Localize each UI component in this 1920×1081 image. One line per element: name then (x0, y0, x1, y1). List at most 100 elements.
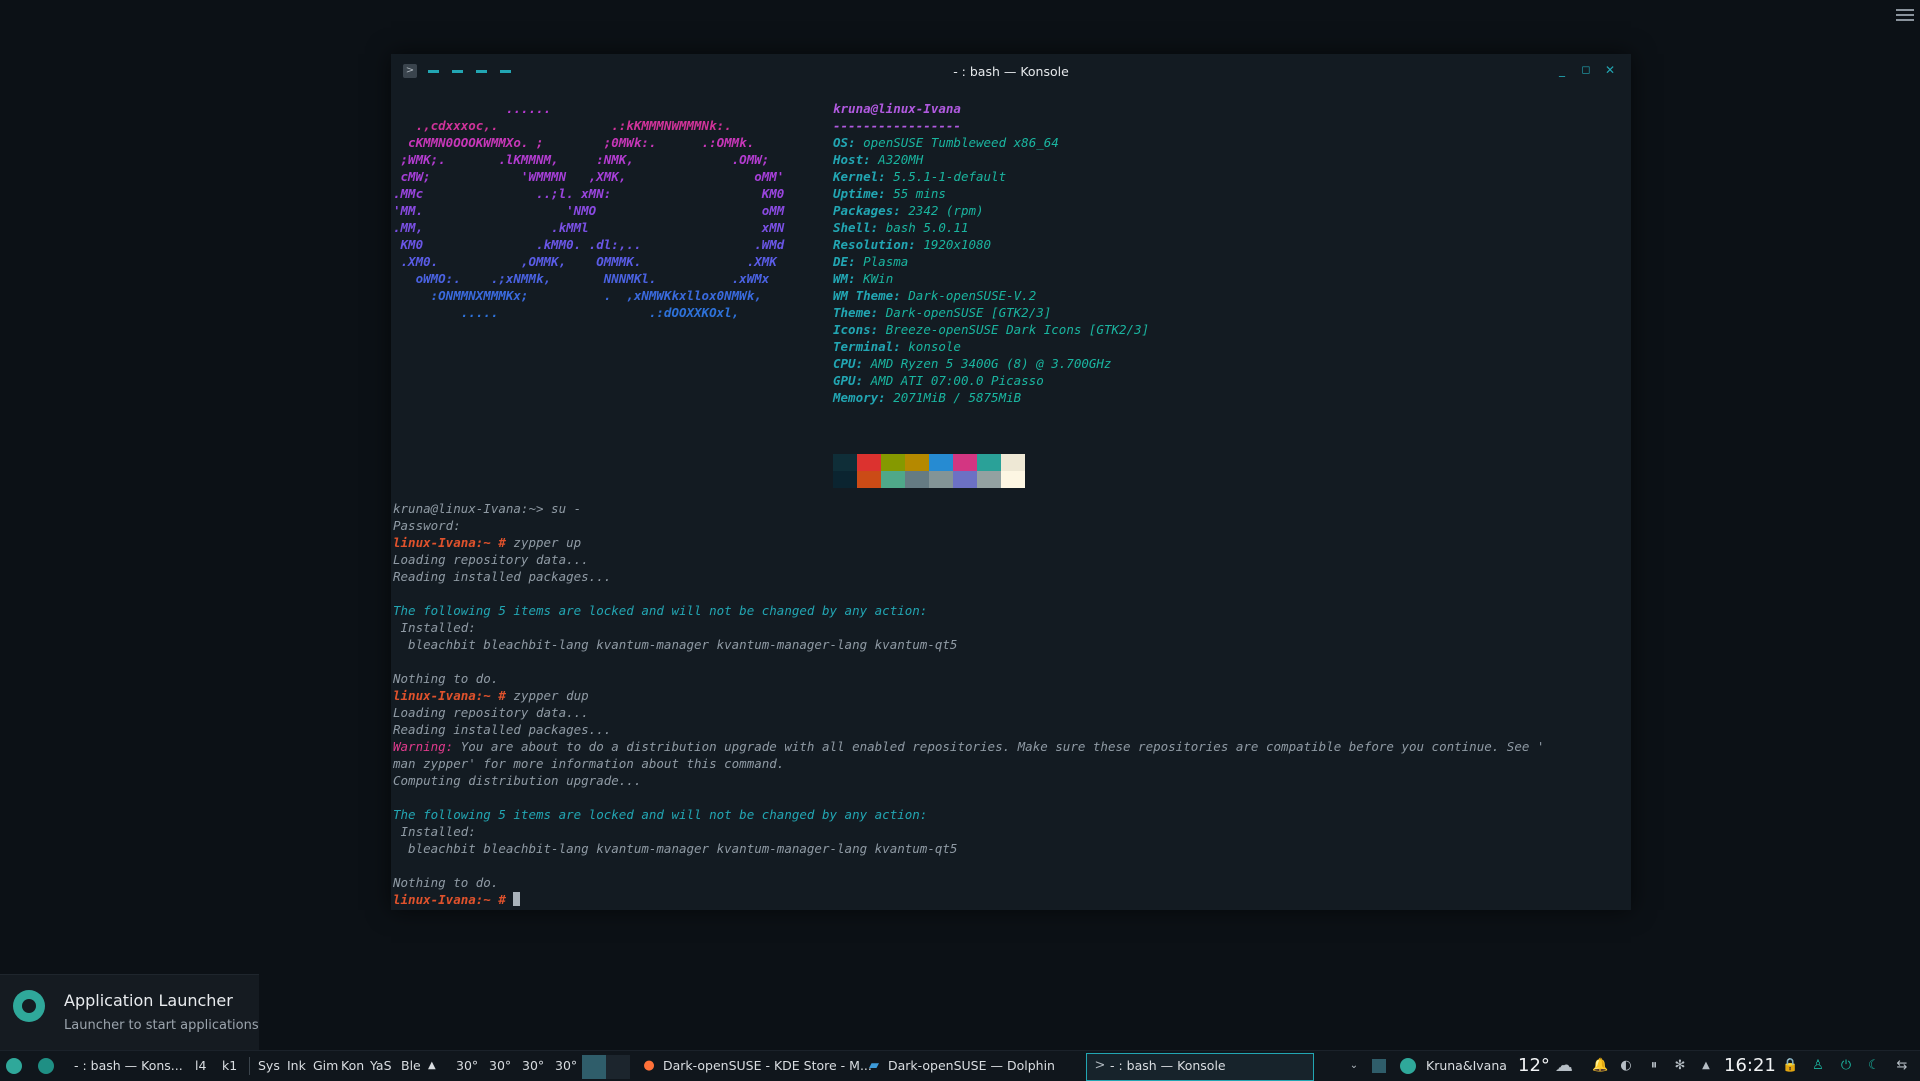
neofetch-field-key: Packages (833, 203, 894, 218)
palette-swatch (905, 454, 929, 471)
terminal-line-text: Password: (393, 518, 461, 533)
terminal-line-text: Loading repository data... (393, 552, 589, 567)
neofetch-field-key: Kernel (833, 169, 879, 184)
audio-icon[interactable]: ◐ (1618, 1058, 1634, 1074)
weather-cloud-icon[interactable]: ☁ (1552, 1057, 1576, 1075)
neofetch-logo-line: cKMMN0OOOKWMMXo. ; ;0MWk:. .:OMMk. (393, 135, 755, 150)
terminal-line: Nothing to do. (393, 670, 498, 687)
neofetch-field-colon: : (908, 237, 924, 252)
terminal-line-text: man zypper' for more information about t… (393, 756, 785, 771)
neofetch-field-colon: : (848, 271, 864, 286)
neofetch-field-value: konsole (908, 339, 961, 354)
desktop-pager-1[interactable] (582, 1055, 606, 1079)
terminal-line: Loading repository data... (393, 704, 589, 721)
terminal-line: Computing distribution upgrade... (393, 772, 641, 789)
terminal-line-text (506, 892, 514, 907)
neofetch-logo-line: ..... .:dOOXXKOxl, (393, 305, 740, 320)
neofetch-field-key: Terminal (833, 339, 894, 354)
neofetch-field: Resolution: 1920x1080 (833, 236, 991, 253)
neofetch-field-colon: : (863, 152, 879, 167)
terminal-line: linux-Ivana:~ # (393, 891, 521, 908)
quicklaunch-sys[interactable]: Sys (258, 1051, 280, 1081)
quicklaunch-ble[interactable]: Ble (401, 1051, 421, 1081)
palette-swatch (833, 454, 857, 471)
terminal-line-text: The following 5 items are locked and wil… (393, 807, 928, 822)
network-icon[interactable]: ⌄ (1346, 1058, 1362, 1074)
neofetch-field: WM Theme: Dark-openSUSE-V.2 (833, 287, 1036, 304)
neofetch-field-key: Host (833, 152, 864, 167)
neofetch-field-key: WM (833, 271, 849, 286)
neofetch-logo-line: :ONMMNXMMMKx; . ,xNMWKkxllox0NMWk, (393, 288, 762, 303)
power-icon[interactable]: ⏻ (1838, 1058, 1854, 1074)
neofetch-field-colon: : (878, 186, 894, 201)
neofetch-field: Theme: Dark-openSUSE [GTK2/3] (833, 304, 1051, 321)
neofetch-field: Kernel: 5.5.1-1-default (833, 168, 1006, 185)
task-kde-store[interactable]: Dark-openSUSE - KDE Store - M... (663, 1051, 872, 1081)
taskbar: - : bash — Kons... l4 k1 Sys Ink Gim Kon… (0, 1050, 1920, 1081)
expand-arrow-icon[interactable]: ▲ (428, 1051, 436, 1081)
firefox-icon: ● (643, 1058, 655, 1073)
neofetch-field-key: Memory (833, 390, 879, 405)
application-launcher-icon[interactable] (6, 1058, 22, 1074)
maximize-icon[interactable]: ◻ (1579, 63, 1593, 77)
quicklaunch-yast[interactable]: YaS (370, 1051, 392, 1081)
neofetch-field-colon: : (893, 288, 909, 303)
activity-icon[interactable] (38, 1058, 54, 1074)
terminal-line: kruna@linux-Ivana:~> su - (393, 500, 581, 517)
window-titlebar[interactable]: > - : bash — Konsole _ ◻ ✕ (391, 54, 1631, 88)
quicklaunch-l4[interactable]: l4 (195, 1051, 206, 1081)
lock-icon[interactable]: 🔒 (1782, 1058, 1798, 1074)
terminal-line: Installed: (393, 823, 476, 840)
hamburger-menu-icon[interactable] (1896, 6, 1914, 22)
neofetch-field-value: KWin (863, 271, 894, 286)
neofetch-field-value: 1920x1080 (923, 237, 992, 252)
tray-expand-icon[interactable]: ▲ (1698, 1058, 1714, 1074)
neofetch-field-colon: : (870, 220, 886, 235)
notifications-bell-icon[interactable]: 🔔 (1592, 1058, 1608, 1074)
sensor-temp-4: 30° (555, 1058, 578, 1073)
user-switch-icon[interactable]: ♙ (1810, 1058, 1826, 1074)
weather-temperature[interactable]: 12° (1518, 1051, 1550, 1081)
neofetch-logo-line: .MMc ..;l. xMN: KM0 (393, 186, 785, 201)
application-launcher-tooltip: Application Launcher Launcher to start a… (0, 974, 259, 1051)
user-name[interactable]: Kruna&Ivana (1426, 1051, 1507, 1081)
neofetch-logo-line: cMW; 'WMMMN ,XMK, oMM' (393, 169, 785, 184)
warning-label: Warning: (393, 739, 454, 754)
konsole-task-icon: > (1094, 1058, 1106, 1073)
terminal-line-text: zypper dup (505, 688, 589, 703)
terminal-line-text: Installed: (393, 824, 476, 839)
quicklaunch-ink[interactable]: Ink (287, 1051, 306, 1081)
clock[interactable]: 16:21 (1724, 1051, 1776, 1081)
bluetooth-icon[interactable]: ✻ (1672, 1058, 1688, 1074)
minimize-icon[interactable]: _ (1555, 63, 1569, 77)
neofetch-field-colon: : (893, 339, 909, 354)
quicklaunch-k1[interactable]: k1 (222, 1051, 237, 1081)
terminal-line-text: Installed: (393, 620, 476, 635)
neofetch-field-value: A320MH (878, 152, 924, 167)
task-dolphin[interactable]: Dark-openSUSE — Dolphin (888, 1051, 1055, 1081)
neofetch-user: kruna@linux-Ivana (833, 101, 961, 116)
window-title: - : bash — Konsole (953, 64, 1069, 79)
palette-swatch (1001, 454, 1025, 471)
close-icon[interactable]: ✕ (1603, 63, 1617, 77)
neofetch-field-value: bash 5.0.11 (885, 220, 969, 235)
media-pause-icon[interactable]: ⏸ (1646, 1058, 1662, 1074)
neofetch-field-key: CPU (833, 356, 856, 371)
quicklaunch-kon[interactable]: Kon (341, 1051, 364, 1081)
terminal-line-text: The following 5 items are locked and wil… (393, 603, 928, 618)
terminal-line-text: Loading repository data... (393, 705, 589, 720)
terminal-area[interactable]: ...... .,cdxxxoc,. .:kKMMMNWMMMNk:. cKMM… (393, 88, 1631, 910)
quicklaunch-gim[interactable]: Gim (313, 1051, 338, 1081)
settings-switch-icon[interactable]: ⇆ (1894, 1058, 1910, 1074)
show-desktop-icon[interactable] (1372, 1059, 1386, 1073)
konsole-task-short[interactable]: - : bash — Kons... (74, 1051, 183, 1081)
terminal-line-text: kruna@linux-Ivana:~> su - (393, 501, 582, 516)
terminal-line-text: Reading installed packages... (393, 569, 612, 584)
desktop-pager-2[interactable] (606, 1055, 630, 1079)
neofetch-field: Shell: bash 5.0.11 (833, 219, 969, 236)
sleep-icon[interactable]: ☾ (1866, 1058, 1882, 1074)
user-avatar-icon[interactable] (1400, 1058, 1416, 1074)
terminal-cursor[interactable] (513, 892, 521, 906)
palette-swatch (977, 471, 1001, 488)
task-konsole-label[interactable]: - : bash — Konsole (1110, 1051, 1226, 1081)
